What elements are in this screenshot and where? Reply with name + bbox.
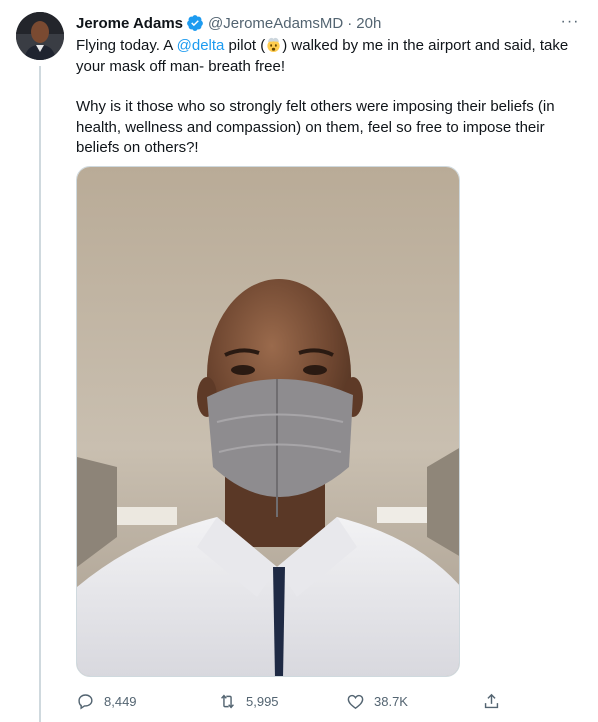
- tweet-body: Flying today. A @delta pilot ( ) walked …: [76, 36, 576, 159]
- like-count: 38.7K: [374, 693, 408, 709]
- share-icon: [484, 693, 499, 708]
- tweet-text-segment: pilot (: [224, 37, 266, 54]
- retweet-icon: [221, 693, 234, 709]
- tweet-paragraph-1: Flying today. A @delta pilot ( ) walked …: [76, 36, 576, 77]
- mention-link[interactable]: @delta: [177, 37, 225, 54]
- retweet-count: 5,995: [246, 693, 279, 709]
- selfie-photo: [77, 167, 459, 676]
- separator-dot: ·: [347, 14, 353, 32]
- like-action[interactable]: 38.7K: [346, 688, 408, 714]
- more-options-button[interactable]: ···: [556, 10, 584, 34]
- tweet-photo[interactable]: [76, 166, 460, 677]
- thread-line: [39, 66, 41, 722]
- tweet-header: Jerome Adams @JeromeAdamsMD · 20h: [76, 12, 582, 34]
- retweet-action[interactable]: 5,995: [218, 688, 279, 714]
- reply-icon: [78, 693, 93, 709]
- author-handle[interactable]: @JeromeAdamsMD: [208, 15, 343, 32]
- reply-count: 8,449: [104, 693, 137, 709]
- heart-icon: [347, 694, 364, 709]
- reply-action[interactable]: 8,449: [76, 688, 137, 714]
- timestamp[interactable]: 20h: [356, 15, 381, 32]
- exploding-head-emoji: [267, 37, 280, 53]
- share-button[interactable]: [482, 688, 510, 714]
- tweet-actions: 8,449 5,995 38.7K: [76, 688, 506, 714]
- tweet-text-segment: Flying today. A: [76, 37, 177, 54]
- tweet-paragraph-2: Why is it those who so strongly felt oth…: [76, 98, 555, 156]
- author-name[interactable]: Jerome Adams: [76, 15, 183, 32]
- verified-badge-icon: [187, 15, 203, 31]
- avatar[interactable]: [16, 12, 64, 60]
